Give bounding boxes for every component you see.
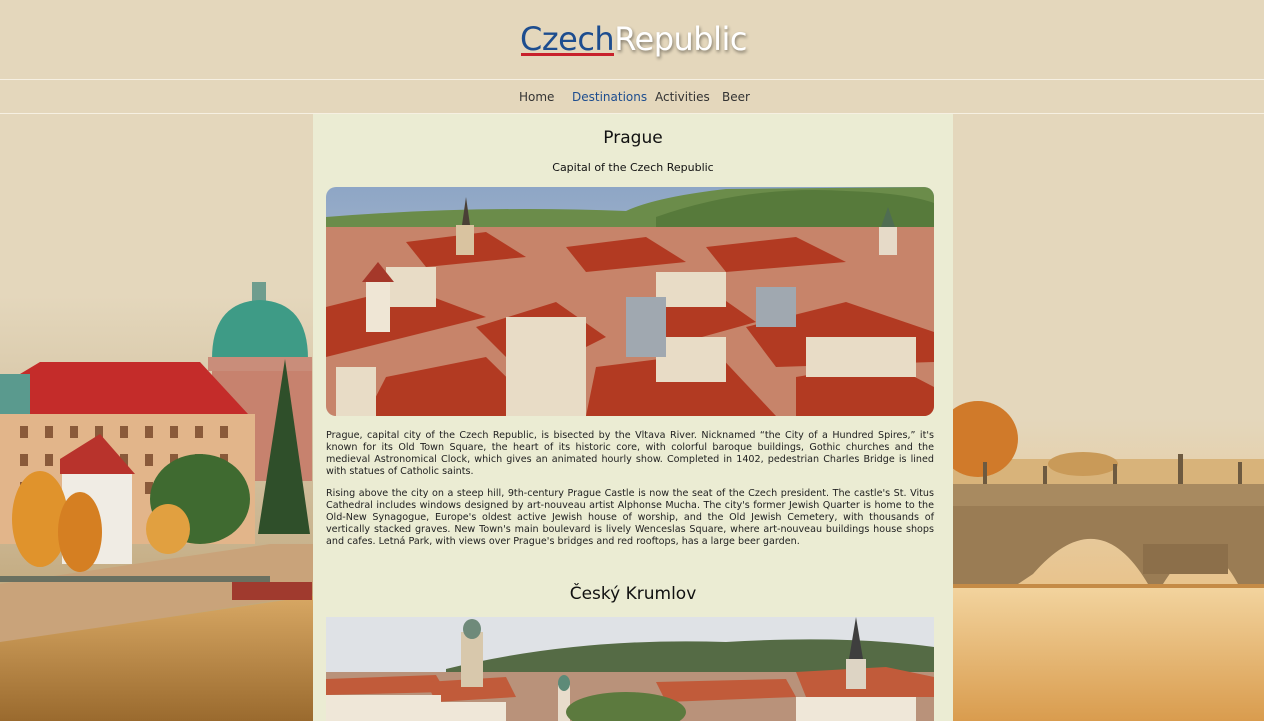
destination-paragraph: Prague, capital city of the Czech Republ… [326,430,934,477]
site-logo[interactable]: CzechRepublic [520,20,747,58]
logo-republic-text: Republic [614,20,747,58]
cesky-krumlov-photo [326,617,934,721]
nav-item-home[interactable]: Home [519,90,554,104]
site-header: CzechRepublic [0,0,1264,80]
destination-title: Prague [603,128,663,148]
destination-subtitle: Capital of the Czech Republic [552,161,714,174]
background-image-left [0,114,313,721]
nav-item-beer[interactable]: Beer [722,90,750,104]
main-content: Prague Capital of the Czech Republic Pra… [313,114,953,721]
nav-item-destinations[interactable]: Destinations [572,90,647,104]
logo-czech-text: Czech [520,20,615,58]
main-nav: Home Destinations Activities Beer [0,80,1264,114]
prague-photo [326,187,934,416]
destination-title: Český Krumlov [569,584,697,604]
background-image-right [953,114,1264,721]
destination-paragraph: Rising above the city on a steep hill, 9… [326,488,934,547]
nav-item-activities[interactable]: Activities [655,90,710,104]
